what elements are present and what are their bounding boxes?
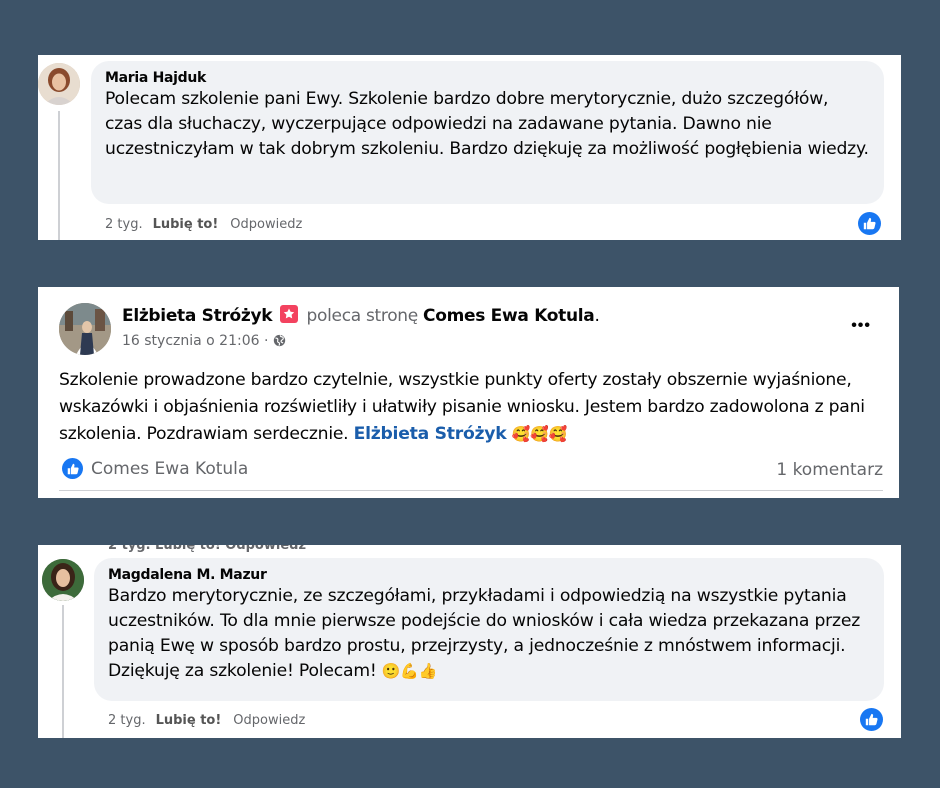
like-thumb-icon	[62, 458, 83, 479]
post-author[interactable]: Elżbieta Stróżyk	[122, 306, 273, 326]
post-recommends-text: poleca stronę	[306, 306, 419, 326]
post-avatar[interactable]	[59, 303, 111, 355]
comment-emojis: 🙂💪👍	[381, 662, 438, 680]
post-footer-page-name[interactable]: Comes Ewa Kotula	[91, 459, 248, 479]
post-card: Elżbieta Stróżyk poleca stronę Comes Ewa…	[38, 287, 899, 498]
thread-line	[62, 605, 64, 738]
post-footer-page[interactable]: Comes Ewa Kotula	[62, 458, 248, 479]
comment-text: Polecam szkolenie pani Ewy. Szkolenie ba…	[105, 89, 869, 159]
more-dots-icon[interactable]: •••	[851, 317, 871, 335]
post-header: Elżbieta Stróżyk poleca stronę Comes Ewa…	[122, 305, 600, 326]
comment-card-magdalena: 2 tyg. Lubię to! Odpowiedz Magdalena M. …	[38, 545, 901, 738]
comment-author[interactable]: Magdalena M. Mazur	[108, 567, 870, 584]
post-page-dot: .	[594, 306, 600, 326]
thread-line	[58, 111, 60, 240]
comment-actions: 2 tyg. Lubię to! Odpowiedz	[108, 713, 305, 728]
reply-button[interactable]: Odpowiedz	[230, 217, 302, 232]
like-button[interactable]: Lubię to!	[153, 217, 219, 232]
avatar[interactable]	[42, 559, 84, 601]
comment-body: Bardzo merytorycznie, ze szczegółami, pr…	[108, 586, 861, 681]
recommend-icon	[280, 305, 299, 323]
comment-actions: 2 tyg. Lubię to! Odpowiedz	[105, 217, 302, 232]
post-text: Szkolenie prowadzone bardzo czytelnie, w…	[59, 367, 894, 448]
like-thumb-icon	[860, 708, 883, 731]
comments-count[interactable]: 1 komentarz	[776, 460, 883, 480]
comment-time[interactable]: 2 tyg.	[105, 217, 143, 232]
avatar[interactable]	[38, 63, 80, 105]
post-date: 16 stycznia o 21:06 ·	[122, 333, 286, 351]
post-emojis: 🥰🥰🥰	[511, 425, 568, 443]
globe-icon	[273, 334, 286, 351]
post-mention[interactable]: Elżbieta Stróżyk	[354, 424, 507, 444]
divider	[59, 490, 883, 491]
like-thumb-icon	[858, 212, 881, 235]
comment-bubble: Magdalena M. Mazur Bardzo merytorycznie,…	[94, 558, 884, 701]
like-button[interactable]: Lubię to!	[156, 713, 222, 728]
comment-card-maria: Maria Hajduk Polecam szkolenie pani Ewy.…	[38, 55, 901, 240]
reply-button[interactable]: Odpowiedz	[233, 713, 305, 728]
comment-author[interactable]: Maria Hajduk	[105, 70, 870, 87]
post-page-name[interactable]: Comes Ewa Kotula	[423, 306, 595, 326]
cut-off-actions: 2 tyg. Lubię to! Odpowiedz	[108, 545, 307, 553]
comment-text: Bardzo merytorycznie, ze szczegółami, pr…	[108, 584, 870, 684]
comment-time[interactable]: 2 tyg.	[108, 713, 146, 728]
post-date-text[interactable]: 16 stycznia o 21:06 ·	[122, 333, 268, 349]
comment-bubble: Maria Hajduk Polecam szkolenie pani Ewy.…	[91, 61, 884, 204]
